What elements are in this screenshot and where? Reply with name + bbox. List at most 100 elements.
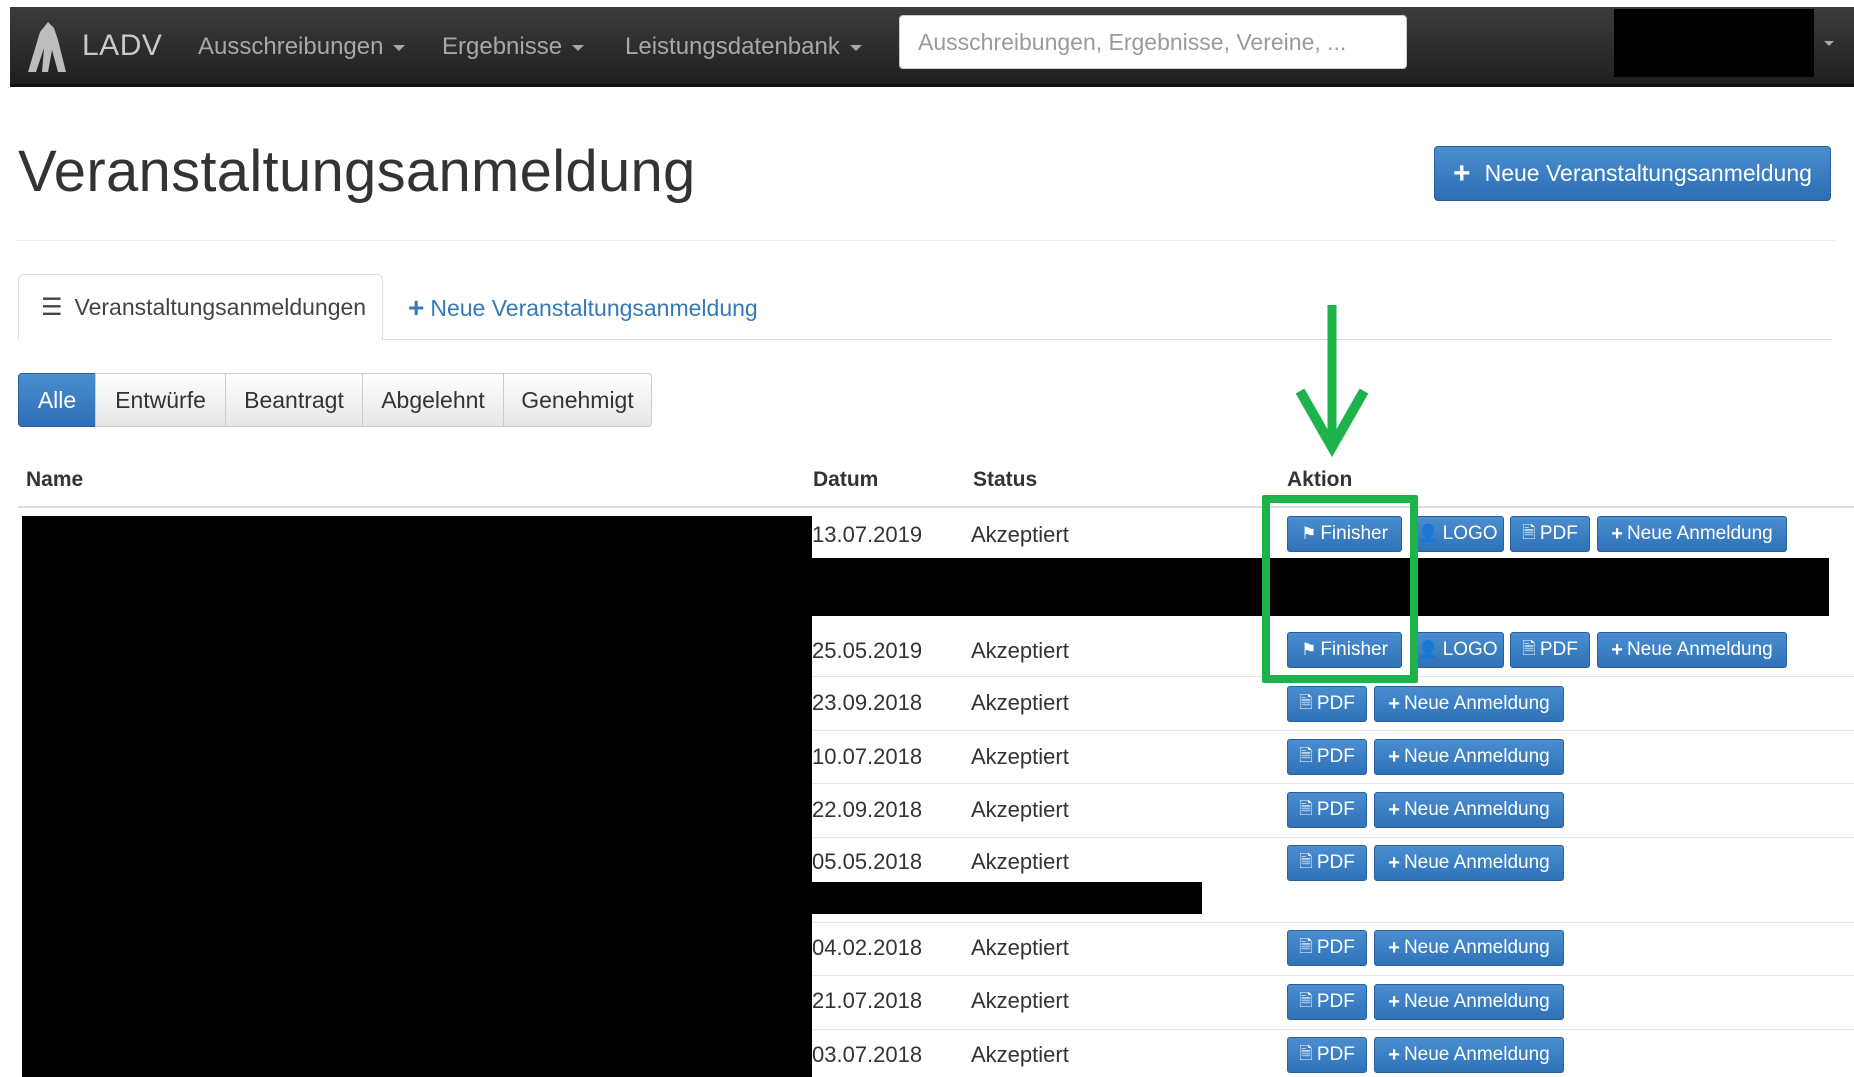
redacted-name-column (22, 516, 812, 1077)
row-status: Akzeptiert (971, 849, 1069, 874)
row-date: 04.02.2018 (812, 935, 923, 960)
nav-ausschreibungen[interactable]: Ausschreibungen (198, 33, 406, 61)
pdf-button[interactable]: 🗎 PDF (1287, 739, 1367, 775)
user-icon: 👤 (1417, 524, 1439, 543)
button-label: Neue Anmeldung (1403, 693, 1550, 714)
search-input[interactable] (899, 15, 1407, 69)
button-label: LOGO (1442, 639, 1498, 660)
pdf-button[interactable]: 🗎 PDF (1287, 930, 1367, 966)
row-divider (812, 783, 1854, 784)
row-date: 05.05.2018 (812, 849, 923, 874)
pdf-button[interactable]: 🗎 PDF (1287, 1037, 1367, 1073)
row-divider (812, 975, 1854, 976)
filter-genehmigt[interactable]: Genehmigt (503, 373, 652, 427)
button-label: Neue Anmeldung (1403, 1044, 1550, 1065)
row-date: 22.09.2018 (812, 797, 923, 822)
plus-icon: + (1388, 990, 1400, 1013)
row-status: Akzeptiert (971, 690, 1069, 715)
nav-label: Leistungsdatenbank (625, 33, 840, 60)
plus-icon: + (1388, 745, 1400, 768)
row-divider (812, 837, 1854, 838)
new-entry-button[interactable]: + Neue Anmeldung (1374, 845, 1564, 881)
filter-beantragt[interactable]: Beantragt (225, 373, 363, 427)
column-header-status[interactable]: Status (973, 468, 1037, 492)
new-entry-button[interactable]: + Neue Anmeldung (1597, 516, 1787, 552)
plus-icon: + (1453, 156, 1471, 190)
new-entry-button[interactable]: + Neue Anmeldung (1374, 984, 1564, 1020)
row-status: Akzeptiert (971, 638, 1069, 663)
plus-icon: + (1611, 638, 1623, 661)
redacted-row-detail (812, 882, 1202, 914)
tab-new-registration[interactable]: + Neue Veranstaltungsanmeldung (408, 292, 758, 324)
plus-icon: + (1388, 798, 1400, 821)
new-entry-button[interactable]: + Neue Anmeldung (1374, 739, 1564, 775)
button-label: LOGO (1442, 523, 1498, 544)
nav-ergebnisse[interactable]: Ergebnisse (442, 33, 585, 61)
pdf-button[interactable]: 🗎 PDF (1287, 984, 1367, 1020)
file-icon: 🗎 (1522, 638, 1536, 658)
logo-button[interactable]: 👤 LOGO (1411, 516, 1504, 552)
file-icon: 🗎 (1299, 692, 1313, 712)
button-label: PDF (1316, 937, 1355, 958)
column-header-datum[interactable]: Datum (813, 468, 878, 492)
column-header-name[interactable]: Name (26, 468, 83, 492)
tab-label: Veranstaltungsanmeldungen (74, 294, 367, 320)
brand[interactable]: LADV (22, 17, 162, 75)
table-header-divider (18, 506, 1854, 508)
pdf-button[interactable]: 🗎 PDF (1287, 792, 1367, 828)
button-label: PDF (1539, 523, 1578, 544)
row-date: 03.07.2018 (812, 1042, 923, 1067)
row-status: Akzeptiert (971, 1042, 1069, 1067)
row-date: 23.09.2018 (812, 690, 923, 715)
logo-button[interactable]: 👤 LOGO (1411, 632, 1504, 668)
button-label: Neue Anmeldung (1403, 991, 1550, 1012)
filter-abgelehnt[interactable]: Abgelehnt (362, 373, 504, 427)
filter-alle[interactable]: Alle (18, 373, 96, 427)
plus-icon: + (1388, 692, 1400, 715)
row-status: Akzeptiert (971, 935, 1069, 960)
pdf-button[interactable]: 🗎 PDF (1287, 845, 1367, 881)
filter-entwuerfe[interactable]: Entwürfe (95, 373, 226, 427)
file-icon: 🗎 (1299, 745, 1313, 765)
divider (15, 240, 1835, 241)
file-icon: 🗎 (1299, 851, 1313, 871)
plus-icon: + (408, 292, 425, 323)
user-menu-redacted[interactable] (1614, 9, 1814, 77)
annotation-highlight-box (1262, 495, 1418, 683)
button-label: Neue Anmeldung (1626, 639, 1773, 660)
page-title: Veranstaltungsanmeldung (18, 139, 696, 204)
new-entry-button[interactable]: + Neue Anmeldung (1597, 632, 1787, 668)
new-entry-button[interactable]: + Neue Anmeldung (1374, 1037, 1564, 1073)
tab-divider (383, 339, 1832, 340)
annotation-arrow-down-icon (1295, 305, 1369, 458)
plus-icon: + (1611, 522, 1623, 545)
button-label: PDF (1316, 799, 1355, 820)
button-label: PDF (1316, 693, 1355, 714)
list-icon: ☰ (41, 294, 63, 321)
pdf-button[interactable]: 🗎 PDF (1287, 686, 1367, 722)
row-status: Akzeptiert (971, 522, 1069, 547)
new-entry-button[interactable]: + Neue Anmeldung (1374, 686, 1564, 722)
tab-registrations[interactable]: ☰ Veranstaltungsanmeldungen (18, 274, 383, 340)
plus-icon: + (1388, 1043, 1400, 1066)
button-label: PDF (1539, 639, 1578, 660)
nav-label: Ausschreibungen (198, 33, 384, 60)
row-date: 10.07.2018 (812, 744, 923, 769)
row-divider (812, 922, 1854, 923)
ladv-logo-icon (28, 22, 66, 72)
nav-leistungsdatenbank[interactable]: Leistungsdatenbank (625, 33, 862, 61)
button-label: PDF (1316, 852, 1355, 873)
button-label: Neue Anmeldung (1403, 937, 1550, 958)
pdf-button[interactable]: 🗎 PDF (1510, 632, 1590, 668)
caret-down-icon (393, 45, 406, 51)
caret-down-icon (572, 45, 585, 51)
caret-down-icon[interactable] (1824, 41, 1834, 46)
new-entry-button[interactable]: + Neue Anmeldung (1374, 792, 1564, 828)
button-label: Neue Anmeldung (1403, 746, 1550, 767)
pdf-button[interactable]: 🗎 PDF (1510, 516, 1590, 552)
new-registration-button[interactable]: + Neue Veranstaltungsanmeldung (1434, 146, 1831, 201)
file-icon: 🗎 (1299, 798, 1313, 818)
button-label: PDF (1316, 1044, 1355, 1065)
new-entry-button[interactable]: + Neue Anmeldung (1374, 930, 1564, 966)
button-label: Neue Veranstaltungsanmeldung (1484, 160, 1812, 186)
